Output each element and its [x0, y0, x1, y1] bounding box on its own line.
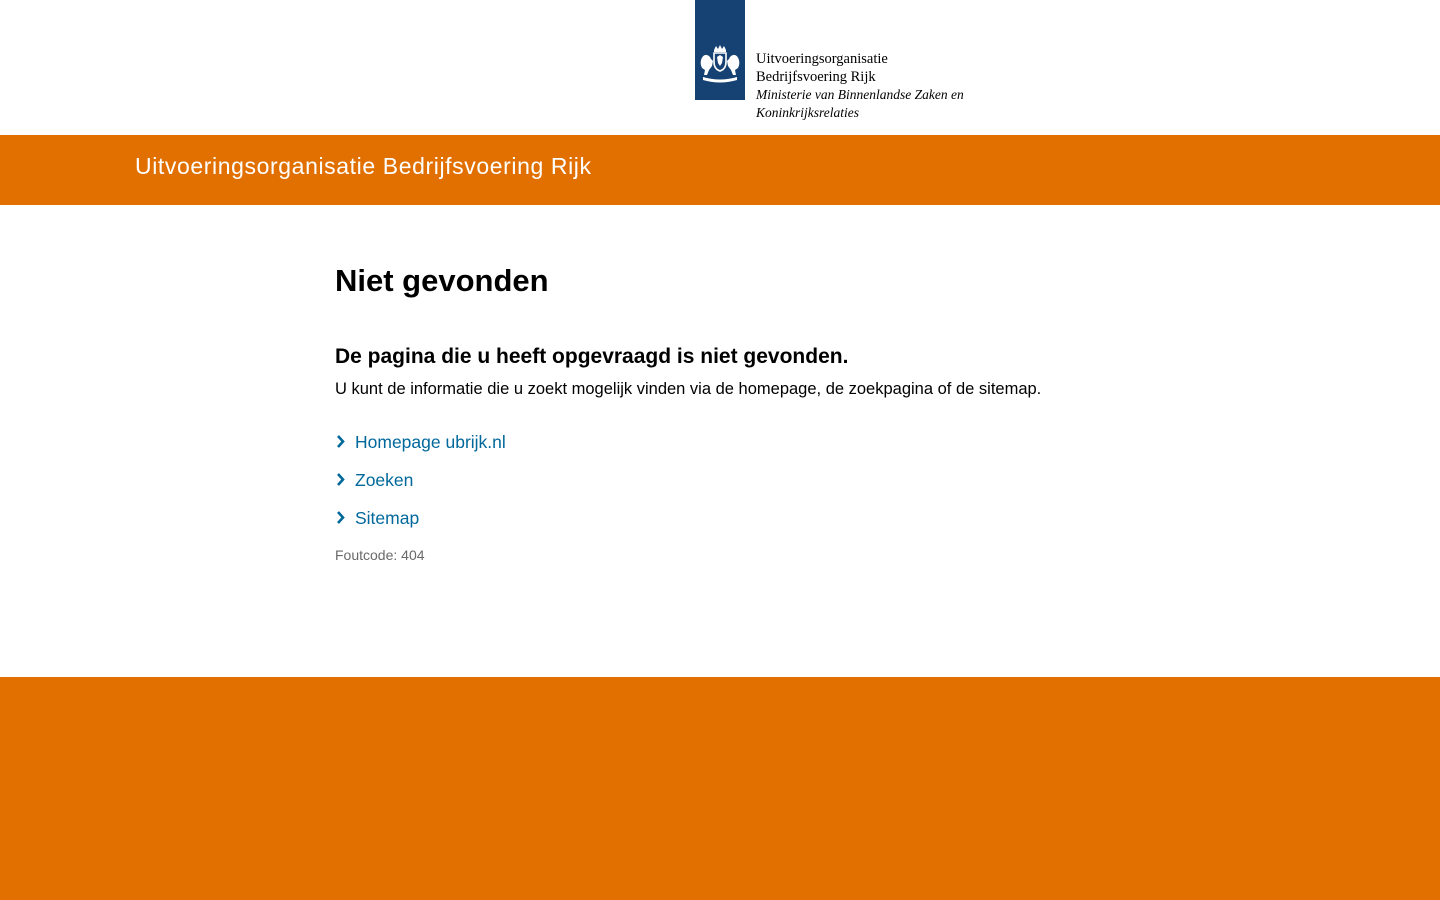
search-link[interactable]: Zoeken [355, 470, 413, 491]
list-item: Zoeken [335, 461, 1235, 499]
logo-bar: Uitvoeringsorganisatie Bedrijfsvoering R… [0, 0, 1440, 135]
site-title-link[interactable]: Uitvoeringsorganisatie Bedrijfsvoering R… [135, 153, 592, 180]
error-code: Foutcode: 404 [335, 547, 425, 563]
logo-line-ministry-2: Koninkrijksrelaties [756, 104, 859, 120]
logo-line-organisation: Uitvoeringsorganisatie [756, 51, 888, 67]
coat-of-arms-icon [700, 45, 740, 83]
page-title: Niet gevonden [335, 263, 549, 298]
main-content: Niet gevonden De pagina die u heeft opge… [0, 205, 1440, 677]
content-column: Niet gevonden De pagina die u heeft opge… [335, 261, 1235, 563]
logo-line-ministry: Ministerie van Binnenlandse Zaken en [756, 87, 964, 102]
suggestion-link-list: Homepage ubrijk.nl Zoeken Sitemap [335, 423, 1235, 537]
logo-text: Uitvoeringsorganisatie Bedrijfsvoering R… [756, 51, 1016, 121]
list-item: Homepage ubrijk.nl [335, 423, 1235, 461]
logo-line-organisation-2: Bedrijfsvoering Rijk [756, 68, 876, 85]
footer [0, 677, 1440, 900]
logo-emblem[interactable] [695, 0, 745, 100]
chevron-right-icon [335, 432, 355, 452]
error-intro-text: U kunt de informatie die u zoekt mogelij… [335, 380, 1042, 398]
homepage-link[interactable]: Homepage ubrijk.nl [355, 432, 506, 453]
list-item: Sitemap [335, 499, 1235, 537]
title-band: Uitvoeringsorganisatie Bedrijfsvoering R… [0, 135, 1440, 205]
chevron-right-icon [335, 508, 355, 528]
error-subheading: De pagina die u heeft opgevraagd is niet… [335, 345, 849, 368]
chevron-right-icon [335, 470, 355, 490]
sitemap-link[interactable]: Sitemap [355, 508, 419, 529]
